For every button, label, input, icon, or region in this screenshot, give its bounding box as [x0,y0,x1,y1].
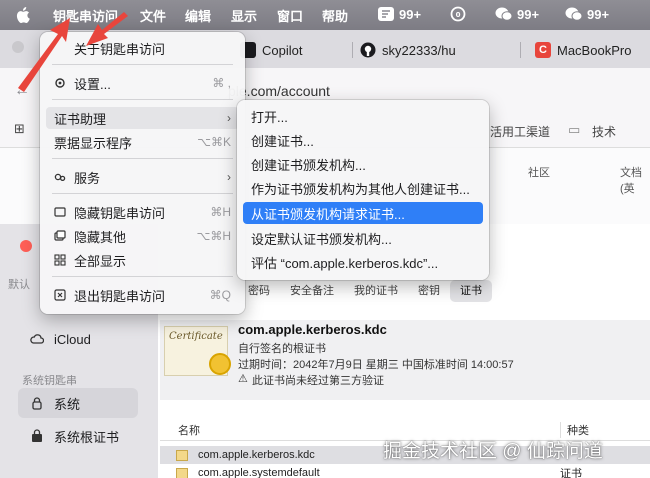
annotation-arrows [18,12,128,92]
watermark: 掘金技术社区 @ 仙踪问道 [383,441,603,462]
annotation-arrow [86,12,128,46]
annotation-arrow [18,18,70,92]
